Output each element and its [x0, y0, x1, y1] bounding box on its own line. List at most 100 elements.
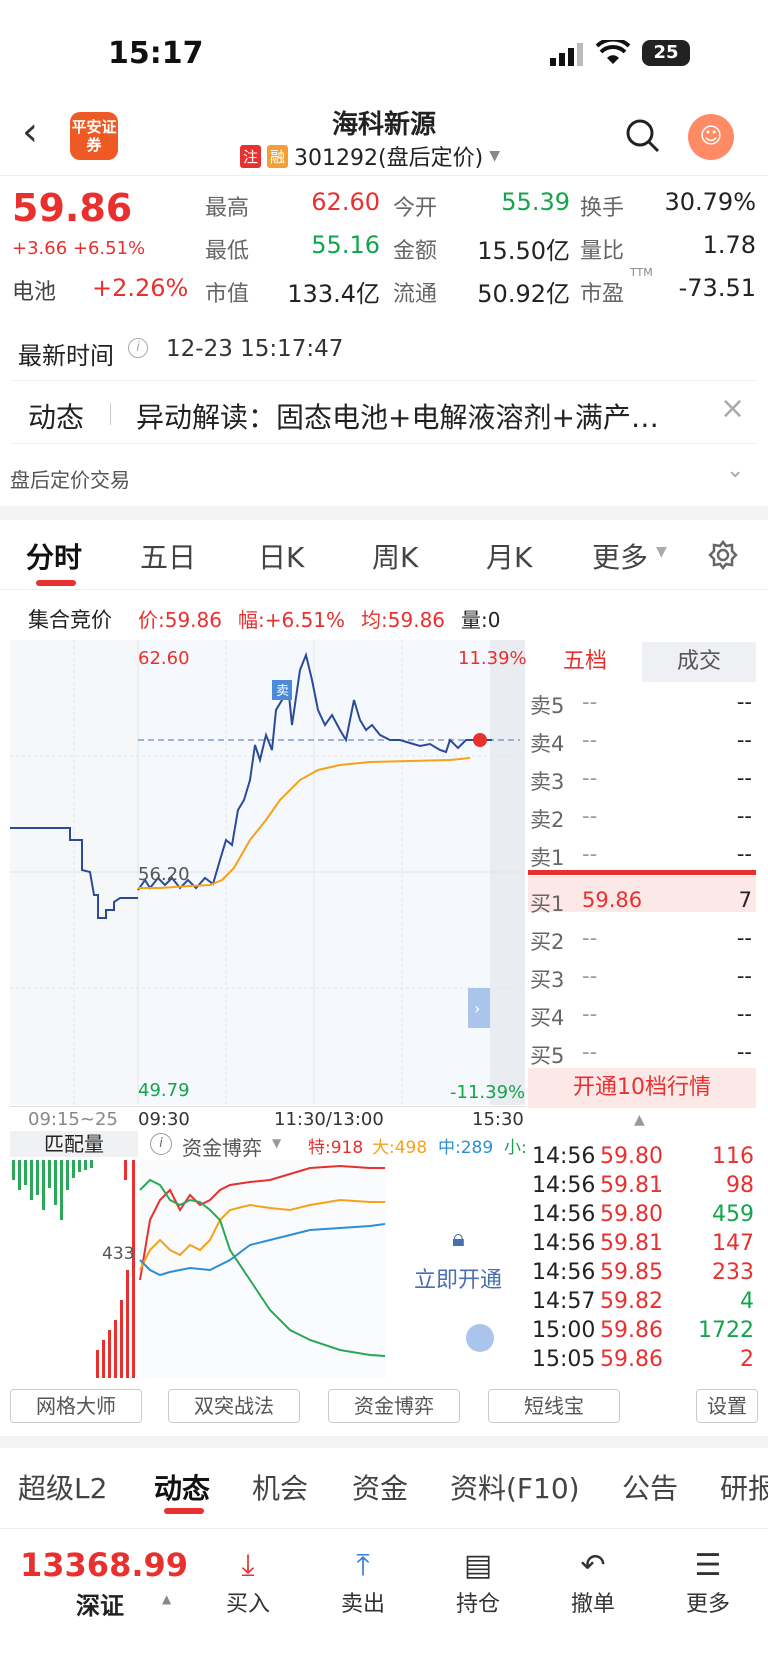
info-row: 价:59.86 幅:+6.51% 均:59.86 量:0: [138, 604, 501, 633]
order-level-row[interactable]: 买1 59.86 7: [530, 886, 756, 920]
level-price: --: [582, 1002, 598, 1026]
level-volume: --: [736, 842, 752, 866]
level-name: 卖3: [530, 770, 565, 794]
trade-volume: 147: [712, 1231, 754, 1256]
tab-weekly[interactable]: 周K: [372, 536, 418, 576]
chevron-down-icon[interactable]: ⌄: [726, 458, 744, 483]
tab-l2[interactable]: 超级L2: [18, 1467, 107, 1507]
order-level-row[interactable]: 买2 -- --: [530, 924, 756, 958]
fund-game-button[interactable]: 资金博弈: [328, 1389, 460, 1423]
level-volume: --: [736, 926, 752, 950]
level-volume: --: [736, 1002, 752, 1026]
level-name: 买4: [530, 1006, 565, 1030]
intraday-chart[interactable]: › 卖: [10, 640, 525, 1105]
dropdown-icon: ▼: [489, 148, 500, 164]
settings-button[interactable]: 设置: [696, 1389, 758, 1423]
holdings-button[interactable]: ▤ 持仓: [443, 1546, 513, 1618]
legend-da: 大:498: [372, 1138, 428, 1158]
value-high: 62.60: [311, 188, 380, 216]
level-price: --: [582, 842, 598, 866]
avatar[interactable]: ☺: [688, 114, 734, 160]
cancel-order-button[interactable]: ↶ 撤单: [558, 1546, 628, 1618]
order-level-row[interactable]: 卖2 -- --: [530, 802, 756, 836]
pct-low: -11.39%: [450, 1082, 526, 1103]
tag-zhu: 注: [240, 144, 262, 168]
order-level-row[interactable]: 买3 -- --: [530, 962, 756, 996]
short-line-button[interactable]: 短线宝: [488, 1389, 620, 1423]
order-level-row[interactable]: 买5 -- --: [530, 1038, 756, 1072]
stock-code-row[interactable]: 注 融 301292(盘后定价) ▼: [240, 140, 500, 172]
open-10-levels-button[interactable]: 开通10档行情: [528, 1068, 756, 1108]
buy-label: 买入: [225, 1592, 270, 1617]
tab-intraday[interactable]: 分时: [26, 536, 82, 576]
tab-5day[interactable]: 五日: [140, 536, 196, 576]
tab-more[interactable]: 更多: [592, 536, 648, 576]
index-up-icon: ▲: [162, 1592, 172, 1606]
level-name: 买1: [530, 892, 565, 916]
chart-svg: ›: [10, 640, 525, 1105]
tab-news[interactable]: 动态: [154, 1467, 210, 1507]
level-price: --: [582, 964, 598, 988]
index-name[interactable]: 深证: [76, 1586, 124, 1621]
news-bar[interactable]: 动态 异动解读：固态电池+电解液溶剂+满产… ×: [12, 380, 756, 444]
value-turnover: 30.79%: [664, 188, 756, 216]
more-button[interactable]: ☰ 更多: [673, 1546, 743, 1618]
upload-icon: ⤒: [356, 1548, 370, 1583]
holdings-label: 持仓: [455, 1592, 500, 1617]
order-level-row[interactable]: 买4 -- --: [530, 1000, 756, 1034]
value-volratio: 1.78: [702, 231, 756, 259]
tab-trades[interactable]: 成交: [642, 642, 756, 682]
info-icon[interactable]: i: [150, 1133, 172, 1155]
news-text[interactable]: 异动解读：固态电池+电解液溶剂+满产…: [136, 396, 659, 436]
level-volume: --: [736, 728, 752, 752]
label-open: 今开: [393, 196, 438, 221]
up-arrow-icon[interactable]: ▲: [634, 1112, 645, 1128]
value-amount: 15.50亿: [477, 237, 570, 265]
auction-label: 集合竞价: [28, 608, 112, 632]
more-label: 更多: [685, 1592, 730, 1617]
pct-high: 11.39%: [458, 648, 527, 669]
trade-row: 14:56 59.80 459: [532, 1202, 754, 1230]
tab-daily[interactable]: 日K: [258, 536, 304, 576]
order-level-row[interactable]: 卖5 -- --: [530, 688, 756, 722]
trade-volume: 4: [740, 1289, 754, 1314]
tab-indicator: [164, 1508, 204, 1514]
tab-announce[interactable]: 公告: [622, 1467, 678, 1507]
sub-value: 433: [102, 1244, 135, 1264]
unlock-button[interactable]: 立即开通: [414, 1262, 502, 1294]
buy-button[interactable]: ⤓ 买入: [213, 1546, 283, 1618]
order-level-row[interactable]: 卖3 -- --: [530, 764, 756, 798]
y-mid: 56.20: [138, 864, 190, 885]
legend-xiao: 小:: [504, 1138, 527, 1158]
menu-icon: ☰: [694, 1548, 722, 1583]
index-value[interactable]: 13368.99: [20, 1546, 188, 1584]
tab-research[interactable]: 研报: [720, 1467, 768, 1507]
sell-button[interactable]: ⤒ 卖出: [328, 1546, 398, 1618]
tab-monthly[interactable]: 月K: [486, 536, 532, 576]
trade-price: 59.80: [600, 1202, 663, 1227]
sector-change: +2.26%: [92, 274, 189, 302]
tab-fund[interactable]: 资金: [352, 1467, 408, 1507]
close-icon[interactable]: ×: [720, 391, 745, 426]
tab-f10[interactable]: 资料(F10): [450, 1467, 580, 1507]
level-price: --: [582, 804, 598, 828]
tab-opportunity[interactable]: 机会: [252, 1467, 308, 1507]
tag-rong: 融: [267, 144, 289, 168]
grid-master-button[interactable]: 网格大师: [10, 1389, 142, 1423]
order-level-row[interactable]: 卖4 -- --: [530, 726, 756, 760]
value-open: 55.39: [501, 188, 570, 216]
sector-name[interactable]: 电池: [12, 274, 56, 306]
lock-icon: 🔒︎: [452, 1224, 465, 1252]
order-level-row[interactable]: 卖1 -- --: [530, 840, 756, 874]
level-price: --: [582, 690, 598, 714]
info-icon[interactable]: i: [128, 338, 148, 358]
settings-icon[interactable]: [708, 540, 738, 570]
time-auction: 09:15~25: [28, 1109, 118, 1130]
search-icon[interactable]: [625, 118, 661, 154]
after-hours-label[interactable]: 盘后定价交易: [10, 464, 130, 493]
tab-five-levels[interactable]: 五档: [528, 642, 642, 682]
trade-price: 59.85: [600, 1260, 663, 1285]
label-float: 流通: [393, 282, 438, 307]
fund-game-label[interactable]: 资金博弈: [182, 1132, 262, 1161]
double-break-button[interactable]: 双突战法: [168, 1389, 300, 1423]
